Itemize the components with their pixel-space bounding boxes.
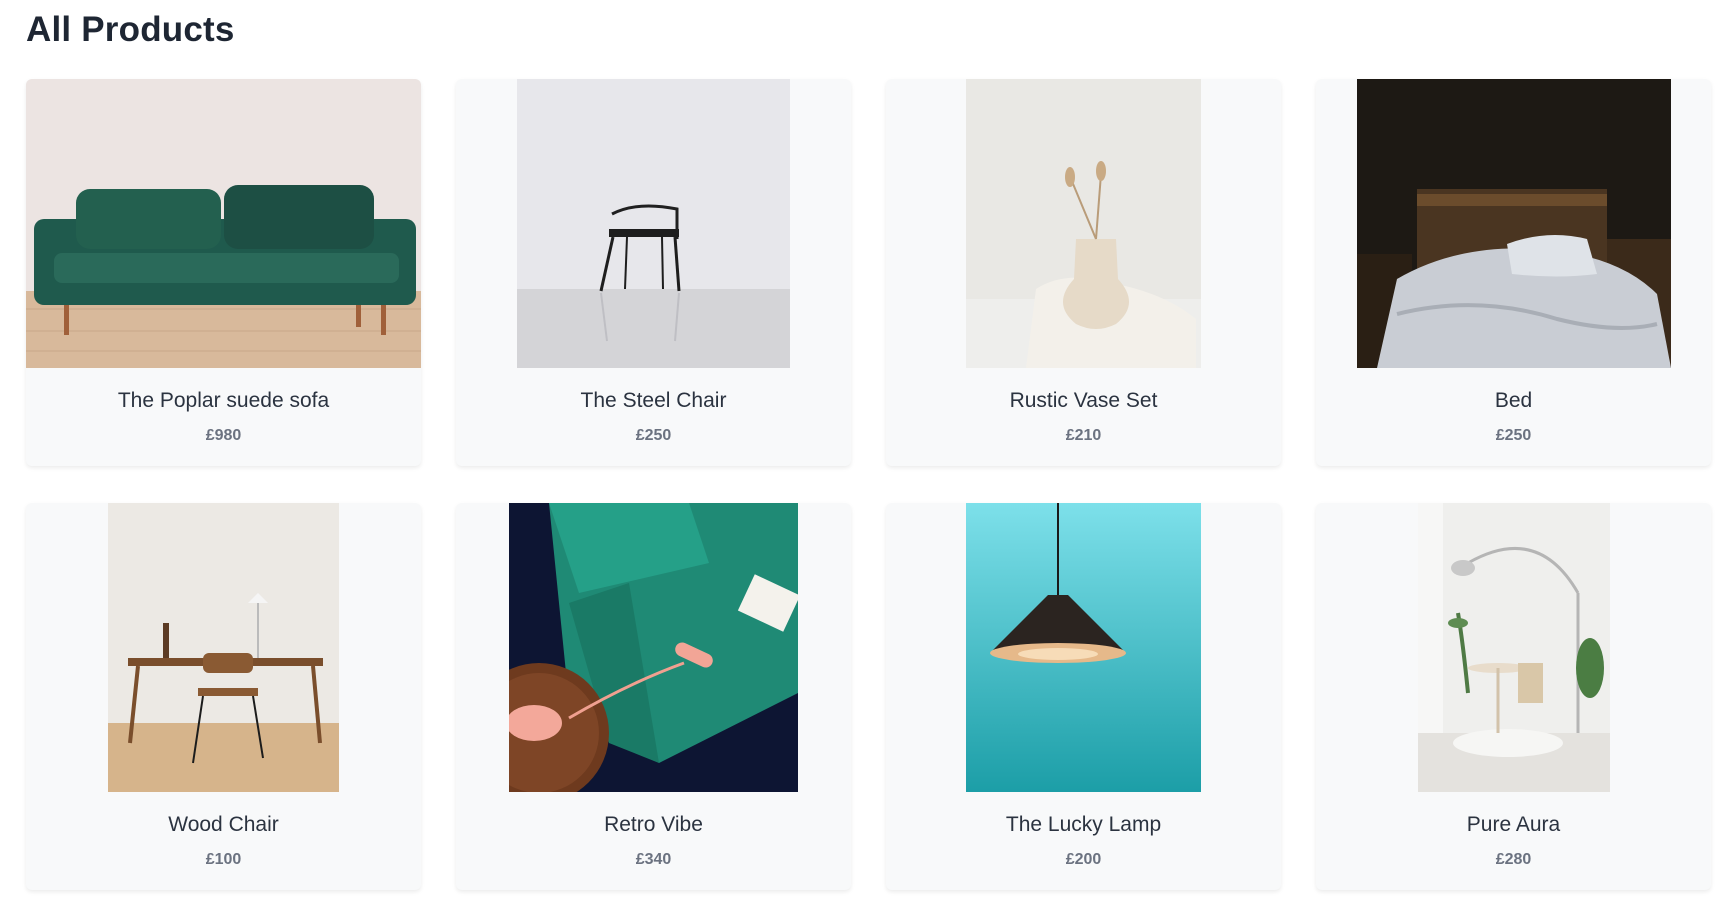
- product-name[interactable]: The Steel Chair: [456, 389, 851, 413]
- product-card[interactable]: The Lucky Lamp £200: [886, 503, 1281, 890]
- product-image[interactable]: [1357, 79, 1671, 368]
- product-card[interactable]: Bed £250: [1316, 79, 1711, 466]
- product-image-area[interactable]: [1316, 503, 1711, 792]
- product-card[interactable]: Rustic Vase Set £210: [886, 79, 1281, 466]
- product-name[interactable]: Retro Vibe: [456, 813, 851, 837]
- product-image[interactable]: [517, 79, 790, 368]
- product-card[interactable]: Wood Chair £100: [26, 503, 421, 890]
- product-image[interactable]: [509, 503, 798, 792]
- product-card[interactable]: Retro Vibe £340: [456, 503, 851, 890]
- product-price: £200: [1065, 851, 1102, 868]
- product-card[interactable]: The Poplar suede sofa £980: [26, 79, 421, 466]
- products-page: All Products The Poplar suede sofa £980 …: [0, 0, 1730, 900]
- product-card[interactable]: Pure Aura £280: [1316, 503, 1711, 890]
- product-price: £280: [1495, 851, 1532, 868]
- product-price: £210: [1065, 427, 1102, 444]
- product-name[interactable]: The Lucky Lamp: [886, 813, 1281, 837]
- product-name[interactable]: Rustic Vase Set: [886, 389, 1281, 413]
- product-price: £100: [205, 851, 242, 868]
- product-image-area[interactable]: [886, 79, 1281, 368]
- product-card[interactable]: The Steel Chair £250: [456, 79, 851, 466]
- product-name[interactable]: Wood Chair: [26, 813, 421, 837]
- product-image-area[interactable]: [26, 503, 421, 792]
- product-image-area[interactable]: [456, 503, 851, 792]
- product-image[interactable]: [966, 503, 1201, 792]
- product-price: £340: [635, 851, 672, 868]
- product-price: £250: [1495, 427, 1532, 444]
- product-name[interactable]: Bed: [1316, 389, 1711, 413]
- product-image-area[interactable]: [1316, 79, 1711, 368]
- product-name[interactable]: Pure Aura: [1316, 813, 1711, 837]
- product-image-area[interactable]: [456, 79, 851, 368]
- product-price: £980: [205, 427, 242, 444]
- product-name[interactable]: The Poplar suede sofa: [26, 389, 421, 413]
- product-price: £250: [635, 427, 672, 444]
- product-image[interactable]: [966, 79, 1201, 368]
- product-image[interactable]: [26, 79, 421, 368]
- product-image[interactable]: [1418, 503, 1610, 792]
- product-image-area[interactable]: [886, 503, 1281, 792]
- page-title: All Products: [26, 10, 235, 49]
- product-image-area[interactable]: [26, 79, 421, 368]
- product-image[interactable]: [108, 503, 339, 792]
- product-grid: The Poplar suede sofa £980 The Steel Cha…: [26, 79, 1711, 890]
